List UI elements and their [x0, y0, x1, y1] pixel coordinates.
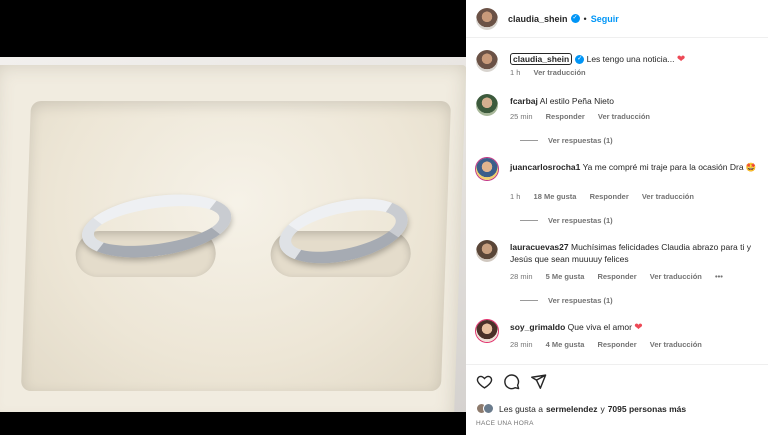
replies-line [520, 220, 538, 221]
see-translation-link[interactable]: Ver traducción [650, 340, 702, 349]
post-header: claudia_shein ✓ • Seguir [466, 0, 768, 38]
see-translation-link[interactable]: Ver traducción [650, 272, 702, 281]
see-translation-link[interactable]: Ver traducción [642, 192, 694, 201]
comment-text: lauracuevas27 Muchísimas felicidades Cla… [510, 241, 762, 265]
caption-time: 1 h [510, 68, 521, 77]
more-options-icon[interactable]: ••• [715, 272, 723, 281]
verified-icon: ✓ [570, 14, 580, 23]
view-replies-label: Ver respuestas (1) [548, 296, 613, 305]
liker-avatar [483, 403, 494, 414]
heart-outline-icon[interactable] [476, 373, 493, 390]
avatar[interactable] [476, 320, 498, 342]
likes-count[interactable]: 7095 personas más [608, 404, 686, 414]
post-media[interactable] [0, 0, 466, 435]
comment-text: fcarbaj Al estilo Peña Nieto [510, 95, 762, 107]
ring-box-cushion [20, 101, 452, 391]
likes-user[interactable]: sermelendez [546, 404, 598, 414]
reply-button[interactable]: Responder [590, 192, 629, 201]
avatar[interactable] [476, 7, 498, 30]
avatar[interactable] [476, 158, 498, 180]
see-translation-link[interactable]: Ver traducción [598, 112, 650, 121]
comment-body: Ya me compré mi traje para la ocasión Dr… [582, 162, 744, 172]
comment-meta: 28 min 4 Me gusta Responder Ver traducci… [510, 340, 713, 349]
comment-time: 28 min [510, 340, 533, 349]
caption-meta: 1 h Ver traducción [510, 68, 597, 77]
heart-emoji: ❤ [676, 54, 686, 65]
comment-text: juancarlosrocha1 Ya me compré mi traje p… [510, 161, 762, 173]
star-struck-emoji: 🤩 [745, 162, 757, 172]
replies-line [520, 140, 538, 141]
comment-body: Que viva el amor [567, 322, 632, 332]
caption-text: claudia_shein ✓ Les tengo una noticia... … [510, 53, 762, 66]
post-actions: Les gusta a sermelendez y 7095 personas … [466, 364, 768, 435]
post-photo [0, 57, 466, 412]
comment-username[interactable]: fcarbaj [510, 96, 538, 106]
instagram-post-view: claudia_shein ✓ • Seguir claudia_shein ✓ … [0, 0, 768, 435]
follow-button[interactable]: Seguir [591, 14, 619, 24]
comment-meta: 28 min 5 Me gusta Responder Ver traducci… [510, 272, 734, 281]
comment-body: Al estilo Peña Nieto [539, 96, 614, 106]
comment-username[interactable]: lauracuevas27 [510, 242, 569, 252]
send-icon[interactable] [530, 373, 547, 390]
reply-button[interactable]: Responder [597, 272, 636, 281]
caption-body: Les tengo una noticia... [586, 54, 675, 64]
comment-time: 1 h [510, 192, 521, 201]
replies-line [520, 300, 538, 301]
comment-username[interactable]: soy_grimaldo [510, 322, 565, 332]
action-icons [476, 373, 547, 390]
avatar[interactable] [476, 240, 498, 262]
likes-count[interactable]: 18 Me gusta [534, 192, 577, 201]
see-translation-link[interactable]: Ver traducción [534, 68, 586, 77]
comment-meta: 1 h 18 Me gusta Responder Ver traducción [510, 192, 705, 201]
header-username[interactable]: claudia_shein [508, 14, 568, 24]
post-timestamp: HACE UNA HORA [476, 420, 534, 427]
heart-emoji: ❤ [634, 322, 643, 333]
likes-count[interactable]: 5 Me gusta [546, 272, 585, 281]
reply-button[interactable]: Responder [597, 340, 636, 349]
likes-conj: y [600, 403, 605, 414]
likes-count[interactable]: 4 Me gusta [546, 340, 585, 349]
avatar[interactable] [476, 94, 498, 116]
separator-dot: • [583, 13, 587, 24]
view-replies-label: Ver respuestas (1) [548, 136, 613, 145]
comment-text: soy_grimaldo Que viva el amor ❤ [510, 321, 762, 334]
post-side-panel: claudia_shein ✓ • Seguir claudia_shein ✓ … [466, 0, 768, 435]
comment-meta: 25 min Responder Ver traducción [510, 112, 661, 121]
view-replies-button[interactable]: Ver respuestas (1) [520, 216, 613, 225]
comment-icon[interactable] [503, 373, 520, 390]
view-replies-button[interactable]: Ver respuestas (1) [520, 296, 613, 305]
likes-summary[interactable]: Les gusta a sermelendez y 7095 personas … [476, 403, 686, 414]
avatar[interactable] [476, 50, 498, 72]
comment-username[interactable]: juancarlosrocha1 [510, 162, 580, 172]
reply-button[interactable]: Responder [546, 112, 585, 121]
likes-prefix: Les gusta a [499, 403, 543, 414]
comment-time: 25 min [510, 112, 533, 121]
caption-username[interactable]: claudia_shein [510, 53, 573, 65]
comment-time: 28 min [510, 272, 533, 281]
view-replies-label: Ver respuestas (1) [548, 216, 613, 225]
verified-icon: ✓ [575, 55, 585, 65]
comments-list[interactable]: claudia_shein ✓ Les tengo una noticia... … [466, 38, 768, 364]
view-replies-button[interactable]: Ver respuestas (1) [520, 136, 613, 145]
ring-box-outer [0, 65, 466, 412]
